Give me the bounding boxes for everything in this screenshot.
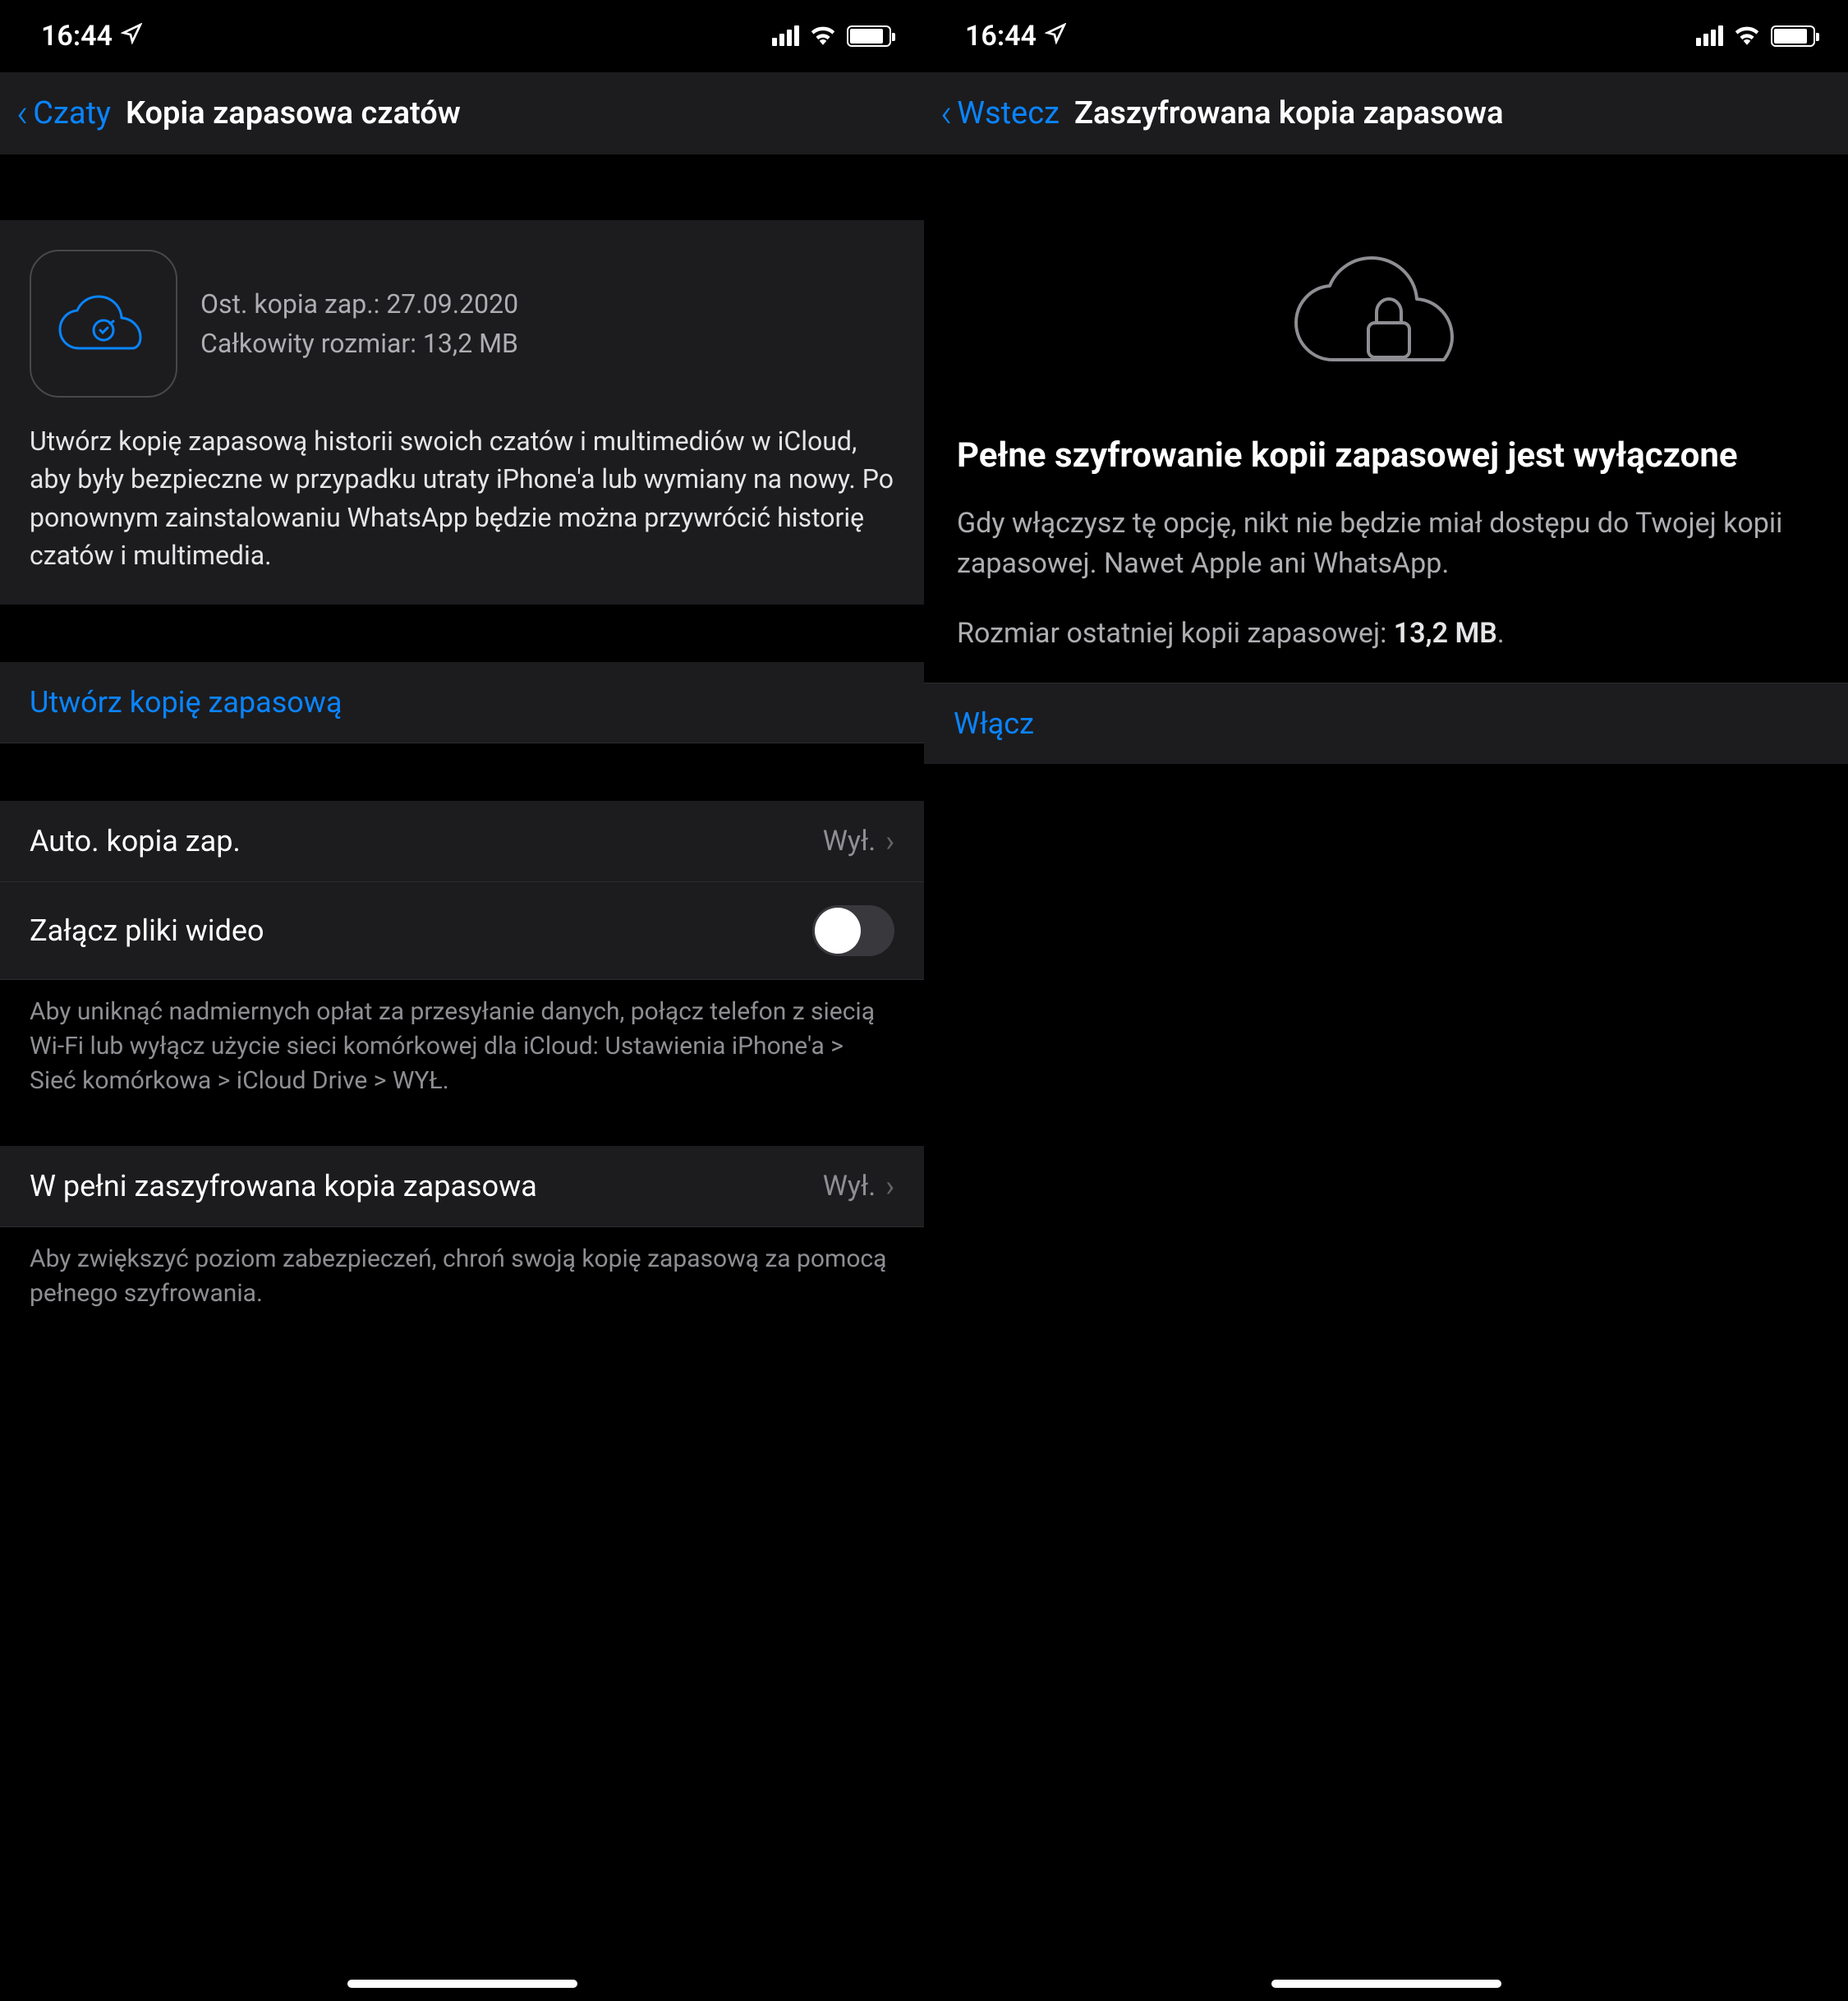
nav-bar: ‹ Wstecz Zaszyfrowana kopia zapasowa xyxy=(924,72,1848,154)
auto-backup-value: Wył. xyxy=(823,825,876,858)
chevron-right-icon: › xyxy=(885,824,894,858)
screen-encrypted-backup: 16:44 ‹ Wstecz Zaszyfrowana kopia zapaso… xyxy=(924,0,1848,2001)
home-indicator[interactable] xyxy=(1271,1980,1501,1988)
status-bar: 16:44 xyxy=(924,0,1848,72)
status-time: 16:44 xyxy=(965,20,1037,53)
chevron-left-icon: ‹ xyxy=(16,94,28,133)
encrypted-footer-text: Aby zwiększyć poziom zabezpieczeń, chroń… xyxy=(0,1227,924,1326)
encrypted-backup-value: Wył. xyxy=(823,1170,876,1203)
chevron-left-icon: ‹ xyxy=(940,94,952,133)
battery-icon xyxy=(847,25,891,47)
last-backup-label: Ost. kopia zap.: 27.09.2020 xyxy=(200,284,518,324)
content: Ost. kopia zap.: 27.09.2020 Całkowity ro… xyxy=(0,154,924,2001)
back-button[interactable]: ‹ Czaty xyxy=(16,94,111,133)
nav-bar: ‹ Czaty Kopia zapasowa czatów xyxy=(0,72,924,154)
battery-icon xyxy=(1771,25,1815,47)
hero-section: Pełne szyfrowanie kopii zapasowej jest w… xyxy=(924,154,1848,683)
page-title: Zaszyfrowana kopia zapasowa xyxy=(1074,95,1504,131)
wifi-icon xyxy=(1733,20,1761,53)
cloud-backup-icon xyxy=(30,250,177,398)
encrypted-backup-row[interactable]: W pełni zaszyfrowana kopia zapasowa Wył.… xyxy=(0,1146,924,1227)
cloud-lock-icon xyxy=(957,237,1815,384)
status-bar: 16:44 xyxy=(0,0,924,72)
home-indicator[interactable] xyxy=(347,1980,577,1988)
location-icon xyxy=(1045,23,1066,50)
backup-info-card: Ost. kopia zap.: 27.09.2020 Całkowity ro… xyxy=(0,220,924,605)
total-size-label: Całkowity rozmiar: 13,2 MB xyxy=(200,324,518,363)
hero-size-value: 13,2 MB xyxy=(1394,617,1497,650)
chevron-right-icon: › xyxy=(885,1169,894,1203)
location-icon xyxy=(121,23,142,50)
hero-size-label: Rozmiar ostatniej kopii zapasowej: xyxy=(957,617,1394,650)
content: Pełne szyfrowanie kopii zapasowej jest w… xyxy=(924,154,1848,2001)
page-title: Kopia zapasowa czatów xyxy=(126,95,461,131)
include-videos-toggle[interactable] xyxy=(812,905,894,956)
cellular-signal-icon xyxy=(772,26,799,46)
include-videos-row: Załącz pliki wideo xyxy=(0,882,924,980)
auto-backup-row[interactable]: Auto. kopia zap. Wył. › xyxy=(0,801,924,882)
status-time: 16:44 xyxy=(41,20,113,53)
enable-button[interactable]: Włącz xyxy=(924,683,1848,764)
backup-now-label: Utwórz kopię zapasową xyxy=(30,685,342,720)
wifi-icon xyxy=(809,20,837,53)
video-footer-text: Aby uniknąć nadmiernych opłat za przesył… xyxy=(0,980,924,1113)
backup-description: Utwórz kopię zapasową historii swoich cz… xyxy=(30,422,894,575)
cellular-signal-icon xyxy=(1696,26,1723,46)
hero-size-row: Rozmiar ostatniej kopii zapasowej: 13,2 … xyxy=(957,617,1815,650)
back-label: Czaty xyxy=(33,95,111,131)
auto-backup-label: Auto. kopia zap. xyxy=(30,824,241,858)
back-label: Wstecz xyxy=(957,95,1060,131)
back-button[interactable]: ‹ Wstecz xyxy=(940,94,1060,133)
enable-label: Włącz xyxy=(954,706,1034,741)
screen-backup-settings: 16:44 ‹ Czaty Kopia zapasowa czatów xyxy=(0,0,924,2001)
encrypted-backup-label: W pełni zaszyfrowana kopia zapasowa xyxy=(30,1169,537,1203)
hero-title: Pełne szyfrowanie kopii zapasowej jest w… xyxy=(957,434,1815,479)
hero-description: Gdy włączysz tę opcję, nikt nie będzie m… xyxy=(957,504,1815,585)
backup-now-button[interactable]: Utwórz kopię zapasową xyxy=(0,662,924,743)
include-videos-label: Załącz pliki wideo xyxy=(30,913,264,948)
